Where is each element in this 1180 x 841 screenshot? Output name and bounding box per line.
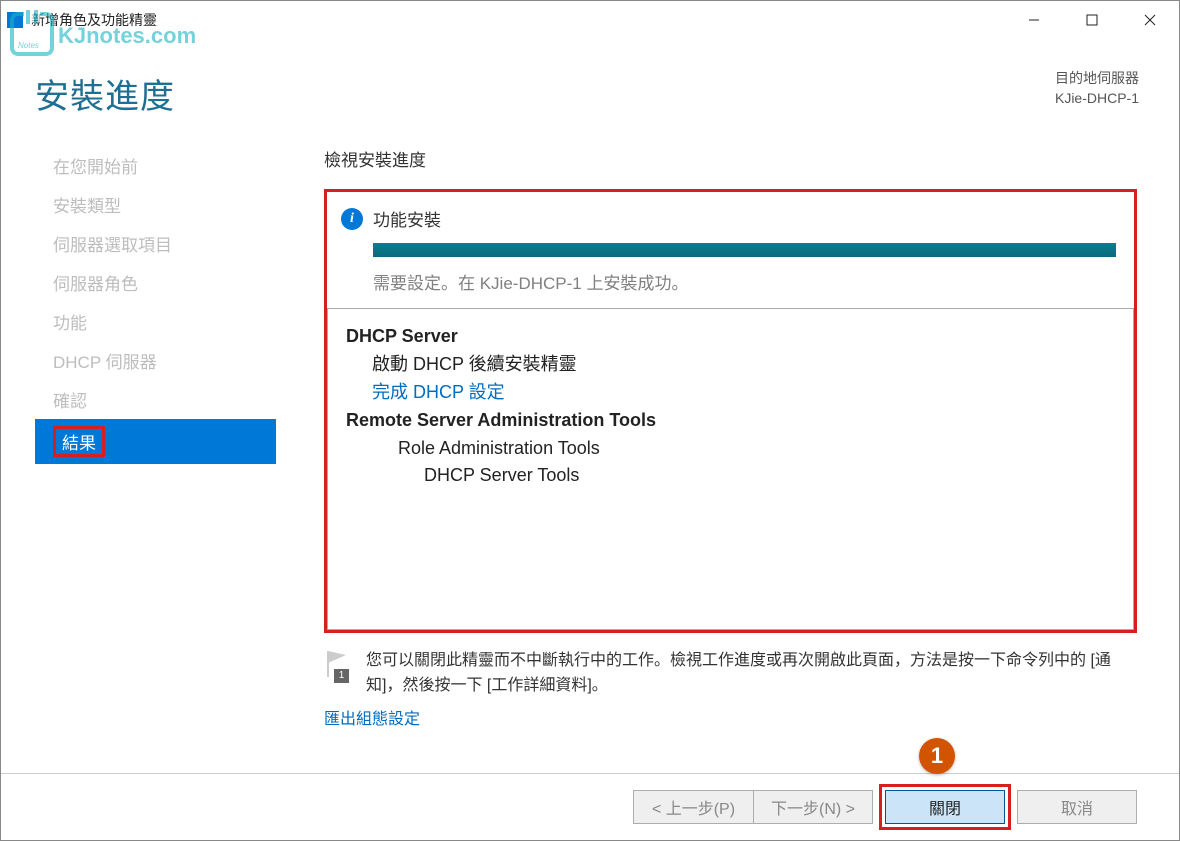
step-install-type: 安裝類型 (35, 185, 276, 224)
result-dhcp-post-install: 啟動 DHCP 後續安裝精靈 (346, 351, 1115, 379)
main-content: 檢視安裝進度 i 功能安裝 需要設定。在 KJie-DHCP-1 上安裝成功。 (276, 128, 1179, 773)
minimize-button[interactable] (1005, 1, 1063, 39)
maximize-button[interactable] (1063, 1, 1121, 39)
button-bar: 1 < 上一步(P) 下一步(N) > 關閉 取消 (1, 773, 1179, 840)
result-dhcp-server-tools: DHCP Server Tools (346, 462, 1115, 490)
notifications-flag-icon: 1 (324, 649, 352, 683)
result-dhcp-server: DHCP Server (346, 323, 1115, 351)
window-controls (1005, 1, 1179, 39)
step-before-you-begin: 在您開始前 (35, 146, 276, 185)
notifications-count: 1 (334, 669, 349, 683)
previous-button: < 上一步(P) (633, 790, 753, 824)
next-button: 下一步(N) > (753, 790, 873, 824)
cancel-button: 取消 (1017, 790, 1137, 824)
wizard-steps-sidebar: 在您開始前 安裝類型 伺服器選取項目 伺服器角色 功能 DHCP 伺服器 確認 … (1, 128, 276, 773)
step-dhcp-server: DHCP 伺服器 (35, 341, 276, 380)
export-config-link[interactable]: 匯出組態設定 (324, 705, 1137, 729)
header: 安裝進度 目的地伺服器 KJie-DHCP-1 (1, 39, 1179, 128)
progress-bar (373, 243, 1116, 257)
wizard-window: 新增角色及功能精靈 Notes KJnotes.com 安裝進度 (0, 0, 1180, 841)
step-confirmation: 確認 (35, 380, 276, 419)
install-status-label: 功能安裝 (373, 206, 1116, 231)
info-icon: i (341, 208, 363, 230)
footer-note-text: 您可以關閉此精靈而不中斷執行中的工作。檢視工作進度或再次開啟此頁面，方法是按一下… (366, 649, 1137, 699)
results-highlight: i 功能安裝 需要設定。在 KJie-DHCP-1 上安裝成功。 DHCP Se… (324, 189, 1137, 633)
results-box: DHCP Server 啟動 DHCP 後續安裝精靈 完成 DHCP 設定 Re… (327, 308, 1134, 630)
close-window-button[interactable] (1121, 1, 1179, 39)
footer-note: 1 您可以關閉此精靈而不中斷執行中的工作。檢視工作進度或再次開啟此頁面，方法是按… (324, 633, 1137, 699)
install-status-message: 需要設定。在 KJie-DHCP-1 上安裝成功。 (373, 269, 1116, 294)
result-role-admin-tools: Role Administration Tools (346, 435, 1115, 463)
step-server-roles: 伺服器角色 (35, 263, 276, 302)
page-title: 安裝進度 (35, 69, 1055, 118)
destination-server: KJie-DHCP-1 (1055, 89, 1139, 109)
section-heading: 檢視安裝進度 (324, 146, 1137, 171)
close-button[interactable]: 關閉 (885, 790, 1005, 824)
step-server-selection: 伺服器選取項目 (35, 224, 276, 263)
destination-label: 目的地伺服器 (1055, 69, 1139, 89)
callout-1: 1 (919, 738, 955, 774)
complete-dhcp-config-link[interactable]: 完成 DHCP 設定 (346, 379, 1115, 407)
step-results: 結果 (35, 419, 276, 464)
window-title: 新增角色及功能精靈 (31, 10, 157, 30)
destination-block: 目的地伺服器 KJie-DHCP-1 (1055, 69, 1139, 108)
titlebar: 新增角色及功能精靈 (1, 1, 1179, 39)
app-icon (7, 12, 23, 28)
step-features: 功能 (35, 302, 276, 341)
install-status: i 功能安裝 需要設定。在 KJie-DHCP-1 上安裝成功。 (327, 192, 1134, 308)
result-rsat: Remote Server Administration Tools (346, 407, 1115, 435)
